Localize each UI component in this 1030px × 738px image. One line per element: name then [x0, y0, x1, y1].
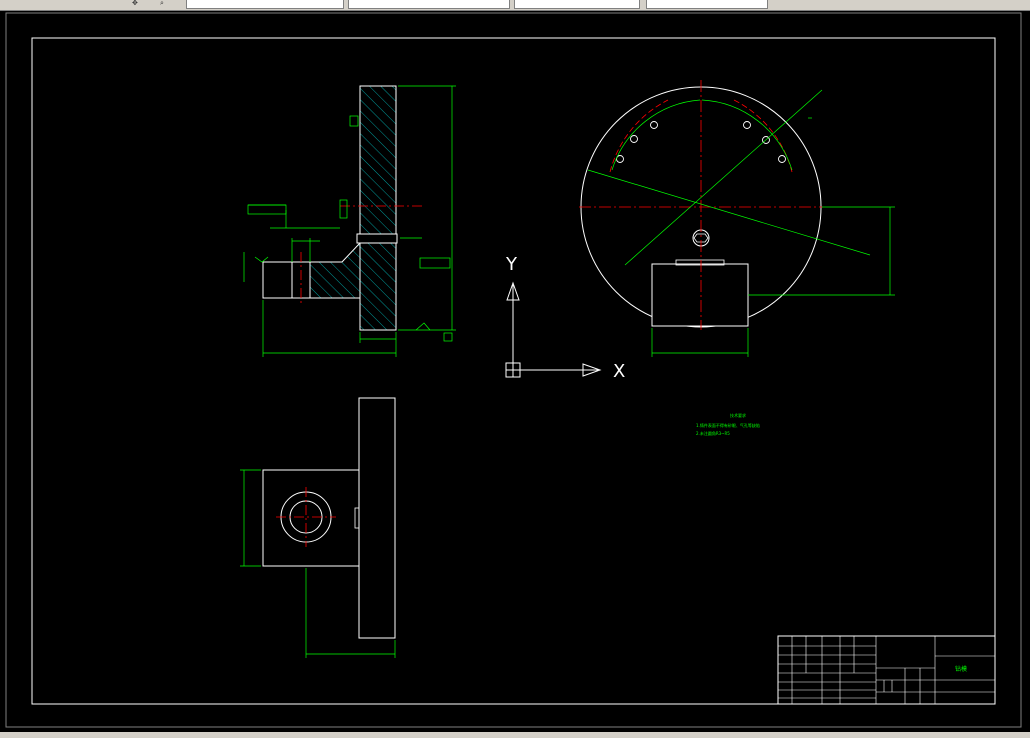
front-section-view — [262, 85, 425, 331]
toolbar-combo-3[interactable] — [514, 0, 640, 9]
top-view — [262, 397, 396, 639]
status-strip — [0, 732, 1030, 738]
toolbar-combo-1[interactable] — [186, 0, 344, 9]
ucs-y-label: Y — [505, 254, 518, 275]
front-dimensions — [243, 85, 456, 357]
ucs-x-label: X — [613, 361, 625, 382]
title-block: 钻模 — [777, 635, 996, 705]
notes-title: 技术要求 — [730, 412, 746, 418]
part-name: 钻模 — [955, 665, 967, 673]
notes-line-2: 2.未注圆角R3~R5 — [696, 430, 730, 436]
pan-icon[interactable]: ✥ — [132, 0, 142, 7]
ucs-icon: Y X — [505, 254, 625, 382]
zoom-icon[interactable]: ⌕ — [160, 0, 170, 7]
toolbar-combo-4[interactable] — [646, 0, 768, 9]
toolbar-combo-2[interactable] — [348, 0, 510, 9]
circle-view — [579, 80, 823, 330]
boss-left — [262, 261, 293, 299]
drawing-canvas[interactable]: Y X 技术要求 1.铸件表面不得有砂眼、气孔等缺陷 2.未注圆角R3~R5 钻… — [0, 10, 1030, 732]
boss-plan — [262, 469, 360, 567]
slot-section — [356, 233, 398, 244]
plate-plan — [358, 397, 396, 639]
bracket-rect — [651, 263, 749, 327]
technical-notes: 技术要求 1.铸件表面不得有砂眼、气孔等缺陷 2.未注圆角R3~R5 — [696, 412, 760, 436]
notes-line-1: 1.铸件表面不得有砂眼、气孔等缺陷 — [696, 422, 760, 428]
hatch-plate — [359, 85, 397, 331]
